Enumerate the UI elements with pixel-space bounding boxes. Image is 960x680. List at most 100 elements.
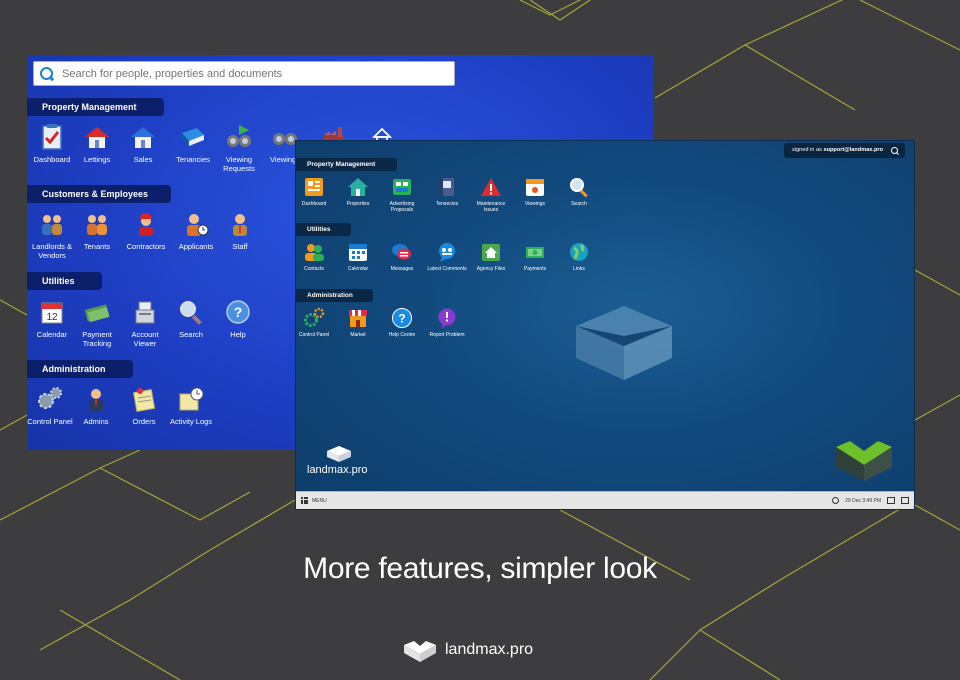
- report-icon: [438, 308, 456, 328]
- signed-in-user: support@landmax.pro: [823, 147, 883, 153]
- item-latest-comments[interactable]: Latest Comments: [427, 241, 467, 272]
- legacy-item-staff[interactable]: Staff: [217, 210, 263, 251]
- svg-text:?: ?: [398, 312, 405, 326]
- landmax-corner-logo: [836, 441, 892, 481]
- item-search[interactable]: Search: [559, 176, 599, 207]
- payments-icon: [526, 247, 544, 258]
- landmax-logo-icon: [327, 446, 351, 462]
- comments-icon: [439, 243, 455, 262]
- house-icon: [348, 178, 368, 196]
- item-dashboard[interactable]: Dashboard: [296, 176, 334, 207]
- section-property-management: Property Management: [296, 158, 397, 171]
- window-icon[interactable]: [901, 497, 909, 504]
- item-report-problem[interactable]: Report Problem: [427, 307, 467, 338]
- legacy-item-orders[interactable]: Orders: [121, 385, 167, 426]
- activity-log-icon: [179, 387, 204, 411]
- legacy-item-landlords-vendors[interactable]: Landlords & Vendors: [29, 210, 75, 260]
- globe-icon: [570, 243, 588, 261]
- magnifier-icon: [180, 301, 202, 325]
- signed-in-bar[interactable]: signed in as support@landmax.pro: [784, 143, 905, 158]
- item-advertising-proposals[interactable]: Advertising Proposals: [382, 176, 422, 213]
- dashboard-icon: [305, 178, 323, 196]
- legacy-search-input[interactable]: [62, 67, 442, 80]
- contacts-icon: [305, 244, 324, 261]
- legacy-item-control-panel[interactable]: Control Panel: [27, 385, 73, 426]
- legacy-item-tenants[interactable]: Tenants: [74, 210, 120, 251]
- orders-notepad-icon: [132, 388, 156, 412]
- help-icon: ?: [226, 300, 250, 324]
- legacy-item-calendar[interactable]: 12 Calendar: [29, 298, 75, 339]
- legacy-item-applicants[interactable]: Applicants: [173, 210, 219, 251]
- legacy-section-utilities: Utilities: [27, 272, 102, 290]
- menu-label[interactable]: MENU: [312, 498, 327, 504]
- calendar-icon: [349, 244, 367, 261]
- money-icon: [84, 304, 110, 323]
- search-icon: [570, 178, 588, 198]
- book-icon: [182, 128, 204, 146]
- worker-icon: [139, 213, 153, 236]
- people-pair-icon: [42, 215, 62, 235]
- viewings-calendar-icon: [526, 179, 544, 196]
- item-viewings[interactable]: Viewings: [515, 176, 555, 207]
- item-market[interactable]: Market: [338, 307, 378, 338]
- binoculars-arrow-icon: [227, 125, 251, 147]
- item-properties[interactable]: Properties: [338, 176, 378, 207]
- warning-icon: [481, 178, 501, 196]
- staff-person-icon: [233, 214, 247, 236]
- legacy-section-property-management: Property Management: [27, 98, 164, 116]
- section-administration: Administration: [296, 289, 373, 302]
- help-icon: ?: [392, 308, 412, 328]
- item-calendar[interactable]: Calendar: [338, 241, 378, 272]
- legacy-item-help[interactable]: ? Help: [215, 298, 261, 339]
- legacy-item-admins[interactable]: Admins: [73, 385, 119, 426]
- legacy-item-payment-tracking[interactable]: Payment Tracking: [74, 298, 120, 348]
- legacy-search-box[interactable]: [33, 61, 455, 86]
- landmax-watermark-logo: [576, 306, 672, 380]
- landmax-ui-window: signed in as support@landmax.pro Propert…: [295, 140, 915, 510]
- section-utilities: Utilities: [296, 223, 351, 236]
- landmax-brand-text: landmax.pro: [307, 464, 368, 476]
- item-tenancies[interactable]: Tenancies: [427, 176, 467, 207]
- person-clock-icon: [187, 214, 209, 236]
- tagline: More features, simpler look: [303, 552, 657, 585]
- gears-icon: [304, 307, 325, 327]
- house-red-roof-icon: [85, 127, 109, 148]
- legacy-item-contractors[interactable]: Contractors: [123, 210, 169, 251]
- legacy-item-activity-logs[interactable]: Activity Logs: [168, 385, 214, 426]
- legacy-section-customers-employees: Customers & Employees: [27, 185, 171, 203]
- item-links[interactable]: Links: [559, 241, 599, 272]
- menu-grid-icon[interactable]: [301, 497, 308, 504]
- legacy-item-lettings[interactable]: Lettings: [74, 123, 120, 164]
- legacy-item-sales[interactable]: Sales: [120, 123, 166, 164]
- calendar-icon: 12: [41, 302, 63, 324]
- advertising-icon: [393, 179, 411, 195]
- svg-text:?: ?: [234, 304, 243, 320]
- admin-person-icon: [89, 389, 103, 411]
- search-icon[interactable]: [891, 146, 899, 155]
- legacy-item-dashboard[interactable]: Dashboard: [29, 123, 75, 164]
- taskbar-datetime: 29 Dec 3:49 PM: [845, 497, 881, 504]
- messages-icon: [392, 244, 411, 260]
- clipboard-check-icon: [42, 124, 62, 150]
- item-messages[interactable]: Messages: [382, 241, 422, 272]
- download-icon[interactable]: [887, 497, 895, 504]
- footer-brand: landmax.pro: [404, 638, 533, 662]
- house-blue-roof-icon: [131, 127, 155, 148]
- legacy-section-administration: Administration: [27, 360, 133, 378]
- item-maintenance-issues[interactable]: Maintenance Issues: [471, 176, 511, 213]
- item-payments[interactable]: Payments: [515, 241, 555, 272]
- tenancy-book-icon: [440, 178, 454, 196]
- legacy-item-search[interactable]: Search: [168, 298, 214, 339]
- legacy-item-tenancies[interactable]: Tenancies: [170, 123, 216, 164]
- legacy-item-account-viewer[interactable]: Account Viewer: [122, 298, 168, 348]
- item-contacts[interactable]: Contacts: [296, 241, 334, 272]
- taskbar: MENU 29 Dec 3:49 PM: [296, 491, 914, 509]
- legacy-item-viewing-requests[interactable]: Viewing Requests: [216, 123, 262, 173]
- signed-in-prefix: signed in as: [792, 147, 822, 153]
- market-icon: [349, 310, 367, 327]
- landmax-logo-icon: [404, 641, 436, 662]
- landmax-brand: landmax.pro: [307, 446, 368, 476]
- item-help-centre[interactable]: ? Help Centre: [382, 307, 422, 338]
- item-agency-files[interactable]: Agency Files: [471, 241, 511, 272]
- item-control-panel[interactable]: Control Panel: [296, 307, 334, 338]
